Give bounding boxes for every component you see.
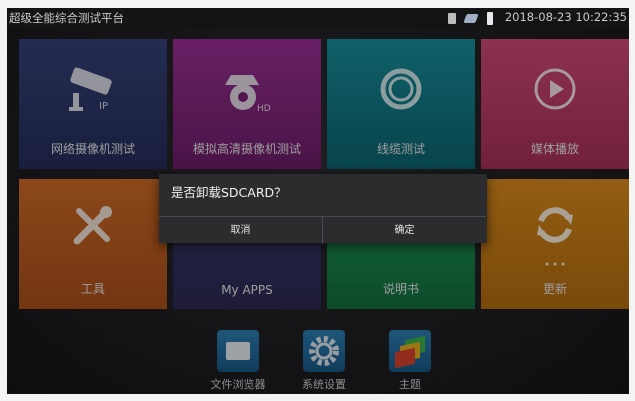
device-frame: 超级全能综合测试平台 2018-08-23 10:22:35 IP 网络摄像机测… bbox=[0, 0, 635, 401]
screen: 超级全能综合测试平台 2018-08-23 10:22:35 IP 网络摄像机测… bbox=[7, 8, 629, 394]
app-title: 超级全能综合测试平台 bbox=[9, 11, 124, 25]
unmount-sdcard-dialog: 是否卸载SDCARD？ 取消 确定 bbox=[159, 174, 487, 244]
datetime: 2018-08-23 10:22:35 bbox=[504, 10, 627, 24]
usb-icon bbox=[463, 14, 479, 23]
dialog-message: 是否卸载SDCARD？ bbox=[171, 185, 287, 200]
battery-icon bbox=[487, 12, 493, 25]
ok-button[interactable]: 确定 bbox=[323, 216, 486, 244]
sdcard-icon bbox=[447, 13, 456, 24]
cancel-button[interactable]: 取消 bbox=[159, 216, 323, 244]
status-icons bbox=[442, 11, 493, 25]
status-bar: 超级全能综合测试平台 2018-08-23 10:22:35 bbox=[7, 8, 629, 28]
